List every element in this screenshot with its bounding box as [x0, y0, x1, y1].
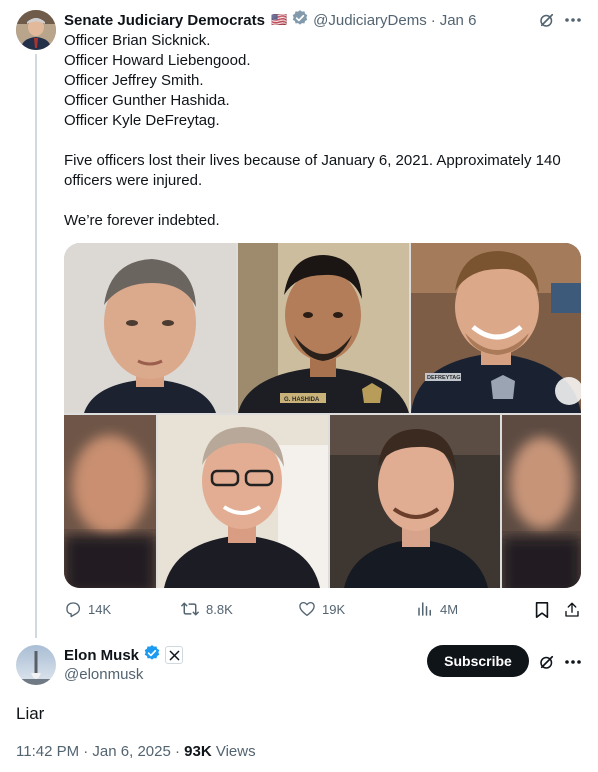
officer-photo-blurred[interactable]	[64, 415, 156, 588]
tweet-date[interactable]: Jan 6	[440, 12, 477, 29]
officer-line: Officer Gunther Hashida.	[64, 92, 230, 109]
reply-views-count: 93K	[184, 743, 212, 760]
bookmark-icon[interactable]	[532, 600, 552, 620]
officer-line: Officer Kyle DeFreytag.	[64, 112, 220, 129]
reply-header: Elon Musk	[64, 644, 184, 667]
reply-author-name[interactable]: Elon Musk	[64, 647, 139, 664]
name-badge: DEFREYTAG	[427, 375, 461, 381]
x-logo-icon	[165, 646, 184, 664]
author-avatar[interactable]	[16, 10, 56, 50]
officer-photo[interactable]	[64, 243, 236, 413]
reply-author-avatar[interactable]	[16, 645, 56, 685]
share-icon[interactable]	[562, 600, 582, 620]
more-icon[interactable]	[562, 9, 584, 31]
repost-icon	[180, 600, 200, 618]
officer-line: Officer Howard Liebengood.	[64, 52, 251, 69]
officer-line: Officer Jeffrey Smith.	[64, 72, 204, 89]
tweet-text: Officer Brian Sicknick. Officer Howard L…	[64, 31, 579, 231]
grok-icon[interactable]	[536, 9, 558, 31]
views-button[interactable]: 4M	[416, 600, 458, 618]
reply-count: 14K	[88, 601, 112, 617]
repost-count: 8.8K	[206, 601, 233, 617]
verified-badge-icon	[143, 644, 161, 667]
like-button[interactable]: 19K	[298, 600, 345, 618]
author-handle[interactable]: @JudiciaryDems	[313, 12, 427, 29]
officer-photo[interactable]: DEFREYTAG	[411, 243, 581, 413]
thread-line	[35, 54, 37, 638]
reply-button[interactable]: 14K	[64, 600, 111, 618]
like-icon	[298, 600, 316, 618]
reply-views-label: Views	[211, 743, 256, 760]
subscribe-button[interactable]: Subscribe	[427, 645, 529, 677]
verified-badge-icon	[291, 9, 309, 32]
reply-timestamp[interactable]: 11:42 PM · Jan 6, 2025 ·	[16, 743, 184, 760]
reply-icon	[64, 600, 82, 618]
tweet-header: Senate Judiciary Democrats 🇺🇸 @Judiciary…	[64, 9, 477, 32]
tweet-paragraph: We’re forever indebted.	[64, 212, 220, 229]
views-icon	[416, 600, 434, 618]
reply-text: Liar	[16, 704, 45, 723]
officer-photo[interactable]	[330, 415, 500, 588]
officer-photo[interactable]: G. HASHIDA	[238, 243, 409, 413]
officer-photo-blurred[interactable]	[502, 415, 581, 588]
officer-line: Officer Brian Sicknick.	[64, 32, 211, 49]
photo-collage[interactable]: G. HASHIDA DEFREYTAG	[64, 243, 581, 588]
name-badge: G. HASHIDA	[284, 397, 320, 403]
repost-button[interactable]: 8.8K	[180, 600, 233, 618]
reply-author-handle[interactable]: @elonmusk	[64, 666, 143, 683]
reply-meta: 11:42 PM · Jan 6, 2025 · 93K Views	[16, 743, 256, 760]
author-name[interactable]: Senate Judiciary Democrats	[64, 12, 265, 29]
officer-photo[interactable]	[158, 415, 328, 588]
more-icon[interactable]	[562, 651, 584, 673]
us-flag-icon: 🇺🇸	[270, 12, 288, 27]
views-count: 4M	[440, 601, 459, 617]
tweet-paragraph: Five officers lost their lives because o…	[64, 152, 561, 189]
separator: ·	[430, 11, 436, 29]
like-count: 19K	[322, 601, 346, 617]
grok-icon[interactable]	[536, 651, 558, 673]
